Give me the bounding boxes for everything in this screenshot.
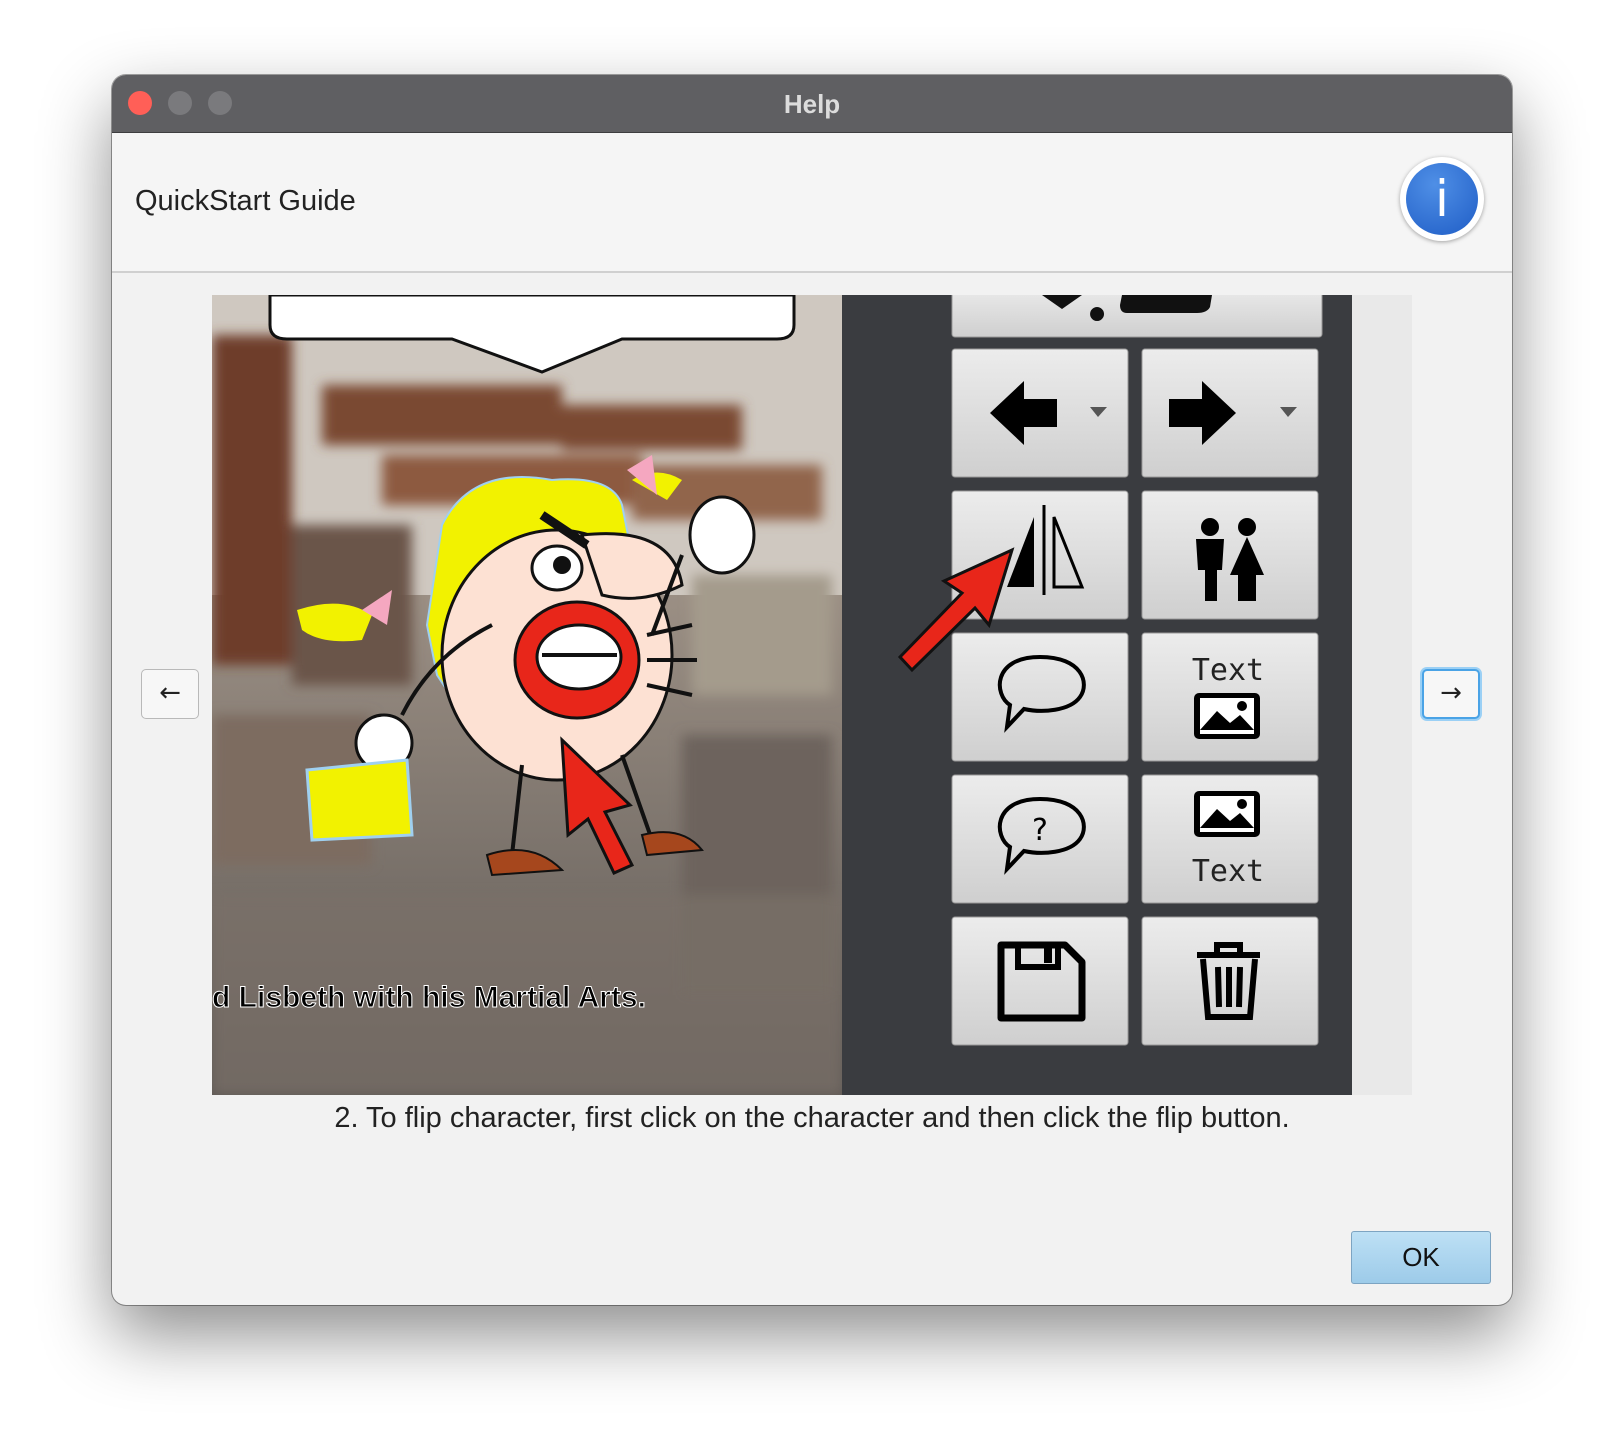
save-button[interactable] <box>951 916 1129 1046</box>
text-image-button[interactable]: Text <box>1141 632 1319 762</box>
info-icon-glyph: i <box>1406 163 1478 235</box>
tutorial-slide-image: d Lisbeth with his Martial Arts. Text ? … <box>212 295 1412 1095</box>
toolbar-text-label-2: Text <box>1192 854 1264 889</box>
info-icon: i <box>1400 157 1484 241</box>
previous-slide-button[interactable]: ← <box>141 669 199 719</box>
dialog-header: QuickStart Guide i <box>112 133 1512 273</box>
picture-icon <box>1194 693 1260 739</box>
move-right-button[interactable] <box>1141 348 1319 478</box>
ok-button[interactable]: OK <box>1351 1231 1491 1284</box>
toolbar-text-label-1: Text <box>1192 653 1264 688</box>
title-bar[interactable]: Help <box>112 75 1512 133</box>
question-glyph: ? <box>1032 813 1048 848</box>
window-title: Help <box>783 89 841 119</box>
slide-subtitle: d Lisbeth with his Martial Arts. <box>212 981 646 1014</box>
thought-bubble-button[interactable]: ? <box>951 774 1129 904</box>
characters-button[interactable] <box>1141 490 1319 620</box>
picture-icon-2 <box>1194 791 1260 837</box>
next-slide-button[interactable]: → <box>1422 669 1480 719</box>
speech-bubble-button[interactable] <box>951 632 1129 762</box>
delete-button[interactable] <box>1141 916 1319 1046</box>
help-dialog: Help QuickStart Guide i ← → d Lisbeth wi… <box>112 75 1512 1305</box>
move-left-button[interactable] <box>951 348 1129 478</box>
image-text-button[interactable]: Text <box>1141 774 1319 904</box>
trash-icon <box>1197 942 1260 1020</box>
slide-caption: 2. To flip character, first click on the… <box>334 1102 1290 1134</box>
toolbar-panel: Text ? Text <box>842 295 1412 1095</box>
header-title: QuickStart Guide <box>135 185 356 217</box>
